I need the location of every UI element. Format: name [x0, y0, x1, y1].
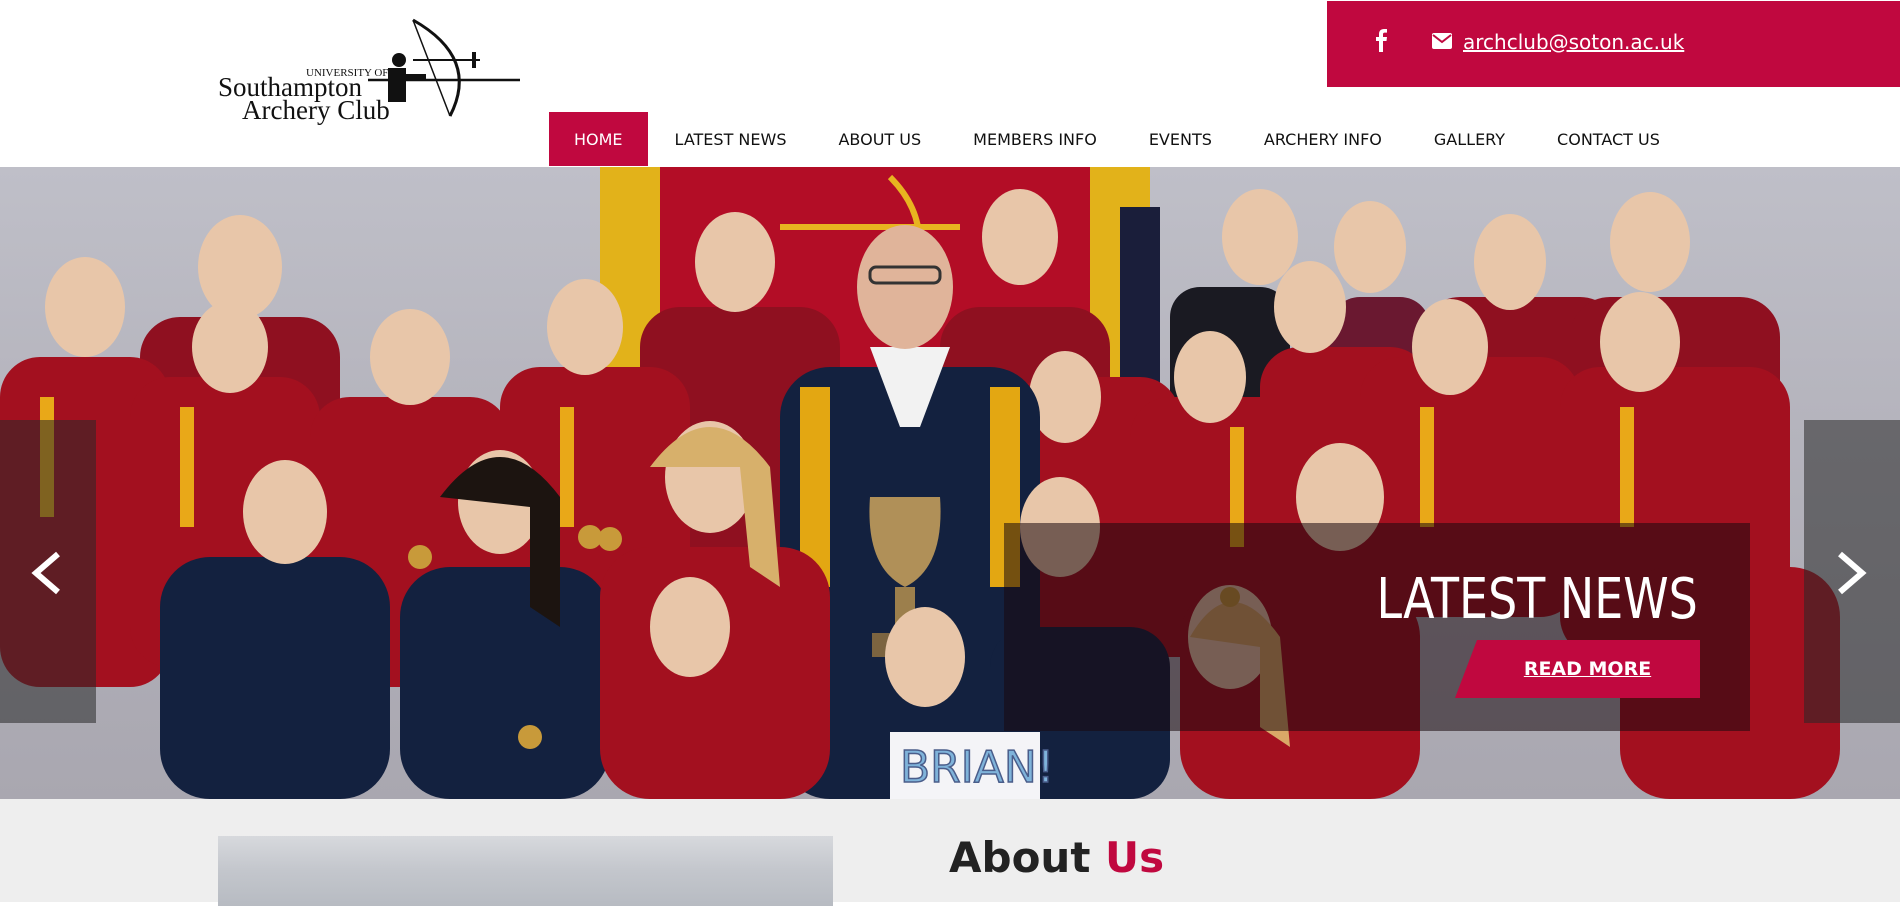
about-heading-main: About [949, 833, 1091, 882]
nav-item-contact-us[interactable]: CONTACT US [1530, 112, 1685, 166]
about-heading-accent: Us [1105, 833, 1165, 882]
nav-item-about-us[interactable]: ABOUT US [811, 112, 946, 166]
contact-bar: archclub@soton.ac.uk [1327, 1, 1900, 87]
sign-text: BRIAN! [900, 742, 1054, 793]
about-image [218, 836, 833, 906]
caption-title: LATEST NEWS [1376, 567, 1698, 632]
nav-item-archery-info[interactable]: ARCHERY INFO [1237, 112, 1407, 166]
about-heading: About Us [949, 833, 1164, 882]
email-link[interactable]: archclub@soton.ac.uk [1463, 30, 1684, 54]
nav-item-latest-news[interactable]: LATEST NEWS [648, 112, 812, 166]
read-more-button[interactable]: READ MORE [1455, 640, 1700, 698]
slider-next-button[interactable] [1804, 420, 1900, 723]
slider-prev-button[interactable] [0, 420, 96, 723]
club-logo[interactable]: UNIVERSITY OF Southampton Archery Club [218, 18, 523, 130]
envelope-icon [1432, 33, 1452, 49]
chevron-right-icon [1838, 551, 1867, 595]
slide-caption: LATEST NEWS READ MORE [1004, 523, 1750, 731]
hero-slider: BRIAN! LATEST NEWS READ MORE [0, 167, 1900, 799]
chevron-left-icon [31, 551, 60, 595]
nav-item-gallery[interactable]: GALLERY [1407, 112, 1530, 166]
site-header: UNIVERSITY OF Southampton Archery Club a… [0, 0, 1900, 167]
main-nav: HOME LATEST NEWS ABOUT US MEMBERS INFO E… [549, 112, 1685, 166]
nav-item-events[interactable]: EVENTS [1122, 112, 1237, 166]
nav-item-members-info[interactable]: MEMBERS INFO [946, 112, 1122, 166]
facebook-icon[interactable] [1372, 28, 1390, 52]
about-section: About Us [0, 799, 1900, 906]
archer-logo-icon: UNIVERSITY OF Southampton Archery Club [218, 18, 520, 125]
nav-item-home[interactable]: HOME [549, 112, 648, 166]
logo-line3: Archery Club [242, 95, 390, 125]
